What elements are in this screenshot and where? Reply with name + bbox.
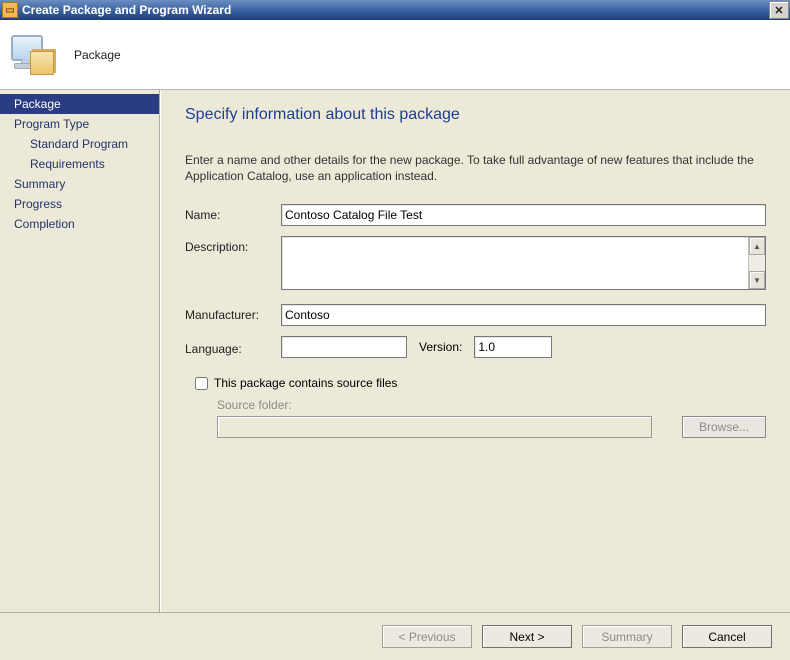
nav-item-summary[interactable]: Summary — [0, 174, 159, 194]
cancel-button[interactable]: Cancel — [682, 625, 772, 648]
header-title: Package — [74, 48, 121, 62]
scroll-down-icon[interactable]: ▼ — [749, 271, 765, 289]
name-input[interactable] — [281, 204, 766, 226]
source-folder-label: Source folder: — [217, 398, 766, 412]
contains-source-label: This package contains source files — [214, 376, 397, 390]
nav-item-progress[interactable]: Progress — [0, 194, 159, 214]
wizard-nav: Package Program Type Standard Program Re… — [0, 90, 160, 612]
manufacturer-label: Manufacturer: — [185, 304, 281, 322]
nav-item-requirements[interactable]: Requirements — [0, 154, 159, 174]
main-panel: Specify information about this package E… — [160, 90, 790, 612]
source-folder-input — [217, 416, 652, 438]
wizard-header: Package — [0, 20, 790, 90]
language-input[interactable] — [281, 336, 407, 358]
summary-button: Summary — [582, 625, 672, 648]
language-label: Language: — [185, 338, 281, 356]
description-input[interactable]: ▲ ▼ — [281, 236, 766, 290]
version-input[interactable] — [474, 336, 552, 358]
package-icon — [8, 31, 56, 79]
scroll-up-icon[interactable]: ▲ — [749, 237, 765, 255]
nav-item-program-type[interactable]: Program Type — [0, 114, 159, 134]
close-icon: ✕ — [774, 4, 783, 17]
nav-item-standard-program[interactable]: Standard Program — [0, 134, 159, 154]
manufacturer-input[interactable] — [281, 304, 766, 326]
name-label: Name: — [185, 204, 281, 222]
close-button[interactable]: ✕ — [769, 1, 789, 19]
titlebar: ▭ Create Package and Program Wizard ✕ — [0, 0, 790, 20]
window-title: Create Package and Program Wizard — [22, 3, 769, 17]
contains-source-checkbox[interactable] — [195, 377, 208, 390]
next-button[interactable]: Next > — [482, 625, 572, 648]
version-label: Version: — [419, 340, 462, 354]
intro-text: Enter a name and other details for the n… — [185, 152, 766, 184]
browse-button: Browse... — [682, 416, 766, 438]
previous-button: < Previous — [382, 625, 472, 648]
app-icon: ▭ — [2, 2, 18, 18]
page-heading: Specify information about this package — [185, 106, 766, 124]
description-label: Description: — [185, 236, 281, 254]
nav-item-package[interactable]: Package — [0, 94, 159, 114]
wizard-footer: < Previous Next > Summary Cancel — [0, 612, 790, 660]
description-scrollbar[interactable]: ▲ ▼ — [748, 237, 765, 289]
nav-item-completion[interactable]: Completion — [0, 214, 159, 234]
